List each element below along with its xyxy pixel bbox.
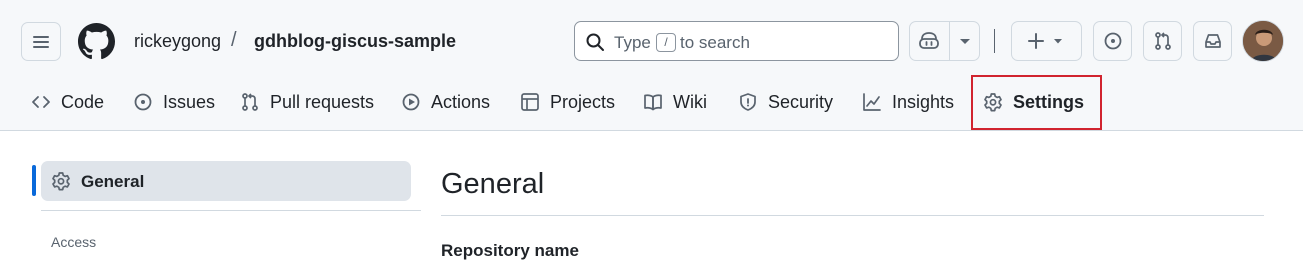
search-placeholder-prefix: Type [614,33,651,52]
menu-icon [33,35,49,48]
search-icon [586,33,604,51]
repository-name-label: Repository name [441,241,579,260]
header-divider [994,29,995,53]
tab-wiki[interactable]: Wiki [643,80,707,124]
top-header: rickeygong / gdhblog-giscus-sample Type … [0,0,1303,131]
pull-request-icon [1154,32,1171,50]
chevron-down-icon[interactable] [957,31,973,51]
table-icon [521,93,539,111]
search-placeholder-suffix: to search [680,33,750,52]
sidebar-item-label: General [81,172,145,191]
issue-circle-icon [1104,32,1121,50]
tab-label: Projects [550,91,616,112]
breadcrumb-separator: / [231,29,237,51]
tab-security[interactable]: Security [738,80,833,124]
inbox-button[interactable] [1193,21,1232,61]
search-input[interactable]: Type / to search [574,21,899,61]
plus-icon [1027,33,1044,49]
shield-icon [740,93,756,111]
book-icon [644,94,662,111]
github-logo-icon[interactable] [78,23,115,60]
search-shortcut-key: / [656,33,676,52]
tab-projects[interactable]: Projects [520,80,615,124]
copilot-divider [949,22,950,60]
your-issues-button[interactable] [1093,21,1132,61]
breadcrumb-owner-link[interactable]: rickeygong [134,31,221,52]
copilot-button-group [909,21,980,61]
tab-label: Code [61,91,105,112]
tab-insights[interactable]: Insights [862,80,954,124]
play-icon [402,93,420,111]
page-title: General [441,168,545,200]
copilot-icon[interactable] [918,31,940,51]
chevron-down-icon [1053,39,1062,44]
issue-circle-icon [134,93,152,111]
tab-label: Insights [892,91,955,112]
tab-label: Actions [431,91,491,112]
breadcrumb-repo-link[interactable]: gdhblog-giscus-sample [254,31,456,52]
tab-code[interactable]: Code [31,80,104,124]
tab-actions[interactable]: Actions [401,80,490,124]
your-pull-requests-button[interactable] [1143,21,1182,61]
tab-issues[interactable]: Issues [133,80,215,124]
sidebar-divider [41,210,421,211]
create-new-button[interactable] [1011,21,1082,61]
user-avatar[interactable] [1242,20,1284,62]
tab-label: Security [768,91,834,112]
tab-pull-requests[interactable]: Pull requests [240,80,374,124]
sidebar-section-heading: Access [51,234,97,250]
gear-icon [52,172,70,191]
inbox-icon [1204,34,1221,48]
pull-request-icon [242,93,258,111]
tab-label: Wiki [673,91,707,112]
code-icon [32,96,50,108]
title-divider [441,215,1264,216]
sidebar-item-general[interactable]: General [41,161,411,201]
tab-label: Issues [163,91,216,112]
tab-label: Pull requests [270,91,375,112]
settings-highlight-box [971,75,1102,130]
sidebar-active-marker [32,165,36,196]
menu-button[interactable] [21,22,61,61]
graph-icon [863,93,881,111]
